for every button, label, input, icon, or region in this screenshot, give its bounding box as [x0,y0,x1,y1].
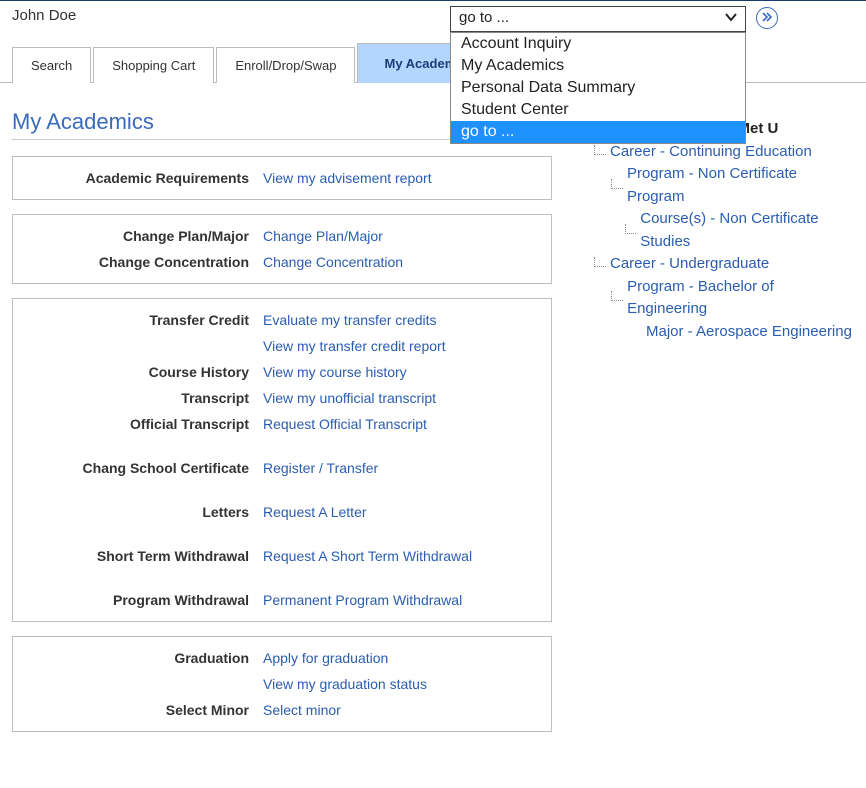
spacer [23,437,541,455]
row-link[interactable]: View my transfer credit report [263,338,446,354]
row-label: Academic Requirements [23,170,263,186]
panel-row: TranscriptView my unofficial transcript [23,385,541,411]
panel-row: LettersRequest A Letter [23,499,541,525]
tree-node-label[interactable]: Major - Aerospace Engineering [646,321,852,344]
row-link[interactable]: View my course history [263,364,407,380]
panel-row: GraduationApply for graduation [23,645,541,671]
panel-row: Change ConcentrationChange Concentration [23,249,541,275]
row-link[interactable]: Select minor [263,702,341,718]
row-label: Change Concentration [23,254,263,270]
row-label: Course History [23,364,263,380]
row-label: Short Term Withdrawal [23,548,263,564]
row-label: Letters [23,504,263,520]
panel-row: Official TranscriptRequest Official Tran… [23,411,541,437]
goto-dropdown[interactable]: go to ... [450,6,746,32]
panel-row: Select MinorSelect minor [23,697,541,723]
goto-option[interactable]: Personal Data Summary [451,77,745,99]
row-label: Graduation [23,650,263,666]
tree-row: Career - Undergraduate [570,253,854,276]
row-label: Transcript [23,390,263,406]
row-label: Chang School Certificate [23,460,263,476]
row-link[interactable]: Evaluate my transfer credits [263,312,437,328]
program-tree: Institution - Toronto Met UCareer - Cont… [570,118,854,343]
goto-option[interactable]: Student Center [451,99,745,121]
panel: Transfer CreditEvaluate my transfer cred… [12,298,552,622]
row-link[interactable]: Register / Transfer [263,460,378,476]
row-link[interactable]: Request Official Transcript [263,416,427,432]
panel-row: Program WithdrawalPermanent Program With… [23,587,541,613]
row-label: Official Transcript [23,416,263,432]
panel: Change Plan/MajorChange Plan/MajorChange… [12,214,552,284]
row-label: Program Withdrawal [23,592,263,608]
go-button[interactable] [756,7,778,29]
double-chevron-right-icon [761,11,773,26]
panel-row: Academic RequirementsView my advisement … [23,165,541,191]
row-link[interactable]: Request A Letter [263,504,367,520]
user-name: John Doe [12,7,76,24]
panel-row: Change Plan/MajorChange Plan/Major [23,223,541,249]
row-link[interactable]: View my advisement report [263,170,432,186]
panel-row: View my graduation status [23,671,541,697]
row-link[interactable]: Apply for graduation [263,650,388,666]
tree-node-label[interactable]: Course(s) - Non Certificate Studies [640,208,854,253]
goto-dropdown-list[interactable]: Account InquiryMy AcademicsPersonal Data… [450,32,746,144]
panel: GraduationApply for graduation View my gr… [12,636,552,732]
panel-row: Chang School CertificateRegister / Trans… [23,455,541,481]
row-label: Change Plan/Major [23,228,263,244]
tree-node-label[interactable]: Program - Non Certificate Program [627,163,854,208]
tree-branch-icon [625,224,636,234]
panel: Academic RequirementsView my advisement … [12,156,552,200]
row-link[interactable]: View my unofficial transcript [263,390,436,406]
goto-option[interactable]: Account Inquiry [451,33,745,55]
panel-row: Transfer CreditEvaluate my transfer cred… [23,307,541,333]
spacer [23,525,541,543]
row-link[interactable]: Change Plan/Major [263,228,383,244]
tree-node-label[interactable]: Career - Undergraduate [610,253,769,276]
row-link[interactable]: View my graduation status [263,676,427,692]
tree-row: Major - Aerospace Engineering [570,321,854,344]
row-link[interactable]: Permanent Program Withdrawal [263,592,462,608]
tab-enroll-drop-swap[interactable]: Enroll/Drop/Swap [216,47,355,83]
tree-row: Program - Non Certificate Program [570,163,854,208]
goto-selected-text: go to ... [459,9,509,26]
tab-search[interactable]: Search [12,47,91,83]
panel-row: Course HistoryView my course history [23,359,541,385]
spacer [23,481,541,499]
tree-branch-icon [611,179,623,189]
row-link[interactable]: Request A Short Term Withdrawal [263,548,472,564]
tree-row: Course(s) - Non Certificate Studies [570,208,854,253]
tree-row: Program - Bachelor of Engineering [570,276,854,321]
panel-row: Short Term WithdrawalRequest A Short Ter… [23,543,541,569]
goto-option[interactable]: go to ... [451,121,745,143]
tree-branch-icon [594,257,606,267]
chevron-down-icon [723,9,739,29]
goto-option[interactable]: My Academics [451,55,745,77]
tree-node-label[interactable]: Program - Bachelor of Engineering [627,276,854,321]
spacer [23,569,541,587]
tree-branch-icon [594,145,606,155]
row-label: Select Minor [23,702,263,718]
row-label: Transfer Credit [23,312,263,328]
row-link[interactable]: Change Concentration [263,254,403,270]
tree-branch-icon [611,291,623,301]
tab-shopping-cart[interactable]: Shopping Cart [93,47,214,83]
panel-row: View my transfer credit report [23,333,541,359]
